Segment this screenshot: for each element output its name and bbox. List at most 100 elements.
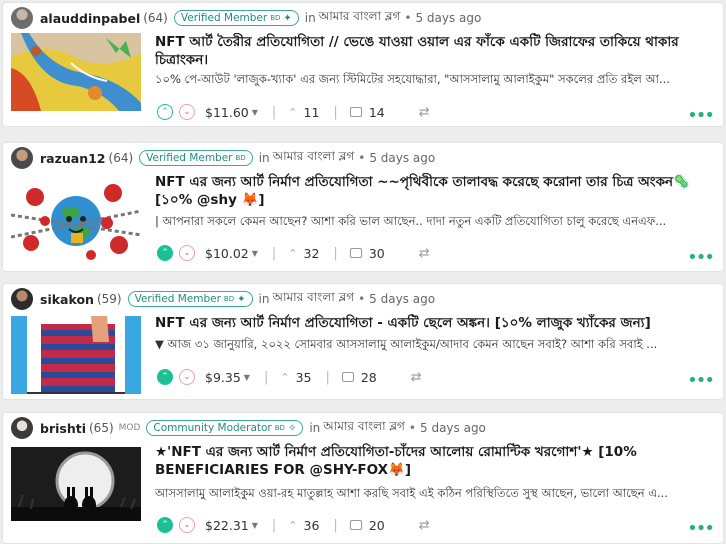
community-link[interactable]: আমার বাংলা ব্লগ — [273, 148, 355, 168]
in-label: in — [258, 151, 270, 165]
badge-sub: BD — [270, 14, 281, 22]
post-feed: alauddinpabel (64) Verified Member BD ✦ in… — [0, 0, 726, 544]
author-avatar[interactable] — [11, 147, 33, 169]
in-label: in — [304, 11, 316, 25]
divider: | — [271, 104, 277, 120]
comments-icon[interactable] — [349, 107, 362, 117]
member-badge[interactable]: Verified Member BD ✦ — [127, 291, 253, 307]
post-snippet[interactable]: | আপনারা সকলে কেমন আছেন? আশা করি ভাল আছে… — [155, 213, 711, 232]
divider: | — [271, 245, 277, 261]
votes-count[interactable]: 32 — [304, 246, 320, 261]
payout-dropdown-icon[interactable]: ▼ — [244, 373, 250, 382]
post-thumbnail[interactable] — [11, 447, 141, 521]
payout-dropdown-icon[interactable]: ▼ — [252, 521, 258, 530]
community-link[interactable]: আমার বাংলা ব্লগ — [319, 8, 401, 28]
post-snippet[interactable]: ১০% পে-আউট 'লাজুক-খ্যাক' এর জন্য স্টিমিট… — [155, 71, 711, 90]
comments-count[interactable]: 20 — [369, 518, 385, 533]
post-card: brishti (65) MOD Community Moderator BD ✧ … — [2, 412, 724, 544]
moderator-badge[interactable]: Community Moderator BD ✧ — [146, 420, 304, 436]
author-avatar[interactable] — [11, 7, 33, 29]
separator-dot: • — [404, 11, 412, 25]
downvote-button[interactable]: ⌄ — [179, 517, 195, 533]
maple-leaf-icon: ✦ — [283, 12, 292, 24]
author-avatar[interactable] — [11, 288, 33, 310]
downvote-button[interactable]: ⌄ — [179, 245, 195, 261]
more-options-icon[interactable]: ••• — [687, 249, 715, 267]
badge-sub: BD — [274, 424, 285, 432]
votes-chevron-icon[interactable]: ⌃ — [288, 519, 297, 532]
post-title[interactable]: NFT আর্ট তৈরীর প্রতিযোগিতা // ভেঙে যাওয়… — [155, 33, 711, 69]
author-name[interactable]: alauddinpabel — [40, 11, 140, 26]
votes-chevron-icon[interactable]: ⌃ — [288, 106, 297, 119]
divider: | — [333, 245, 338, 261]
votes-count[interactable]: 36 — [304, 518, 320, 533]
payout-value[interactable]: $9.35 — [205, 370, 241, 385]
author-name[interactable]: brishti — [40, 421, 86, 436]
community-link[interactable]: আমার বাংলা ব্লগ — [272, 289, 354, 309]
post-title[interactable]: ★'NFT এর জন্য আর্ট নির্মাণ প্রতিযোগিতা-চ… — [155, 443, 711, 479]
post-title[interactable]: NFT এর জন্য আর্ট নির্মাণ প্রতিযোগিতা - এ… — [155, 314, 711, 332]
post-time[interactable]: 5 days ago — [415, 11, 481, 25]
payout-dropdown-icon[interactable]: ▼ — [252, 108, 258, 117]
comments-icon[interactable] — [349, 248, 362, 258]
member-badge[interactable]: Verified Member BD ✦ — [173, 10, 299, 26]
post-time[interactable]: 5 days ago — [369, 151, 435, 165]
comments-icon[interactable] — [349, 520, 362, 530]
upvote-button[interactable]: ⌃ — [157, 245, 173, 261]
post-header: brishti (65) MOD Community Moderator BD ✧ … — [11, 417, 486, 439]
upvote-button[interactable]: ⌃ — [157, 517, 173, 533]
downvote-button[interactable]: ⌄ — [179, 104, 195, 120]
payout-value[interactable]: $22.31 — [205, 518, 249, 533]
badge-label: Verified Member — [180, 12, 268, 24]
post-thumbnail[interactable] — [11, 316, 141, 394]
post-header: razuan12 (64) Verified Member BD in আমার … — [11, 147, 435, 169]
post-actions: ⌃ ⌄ $11.60 ▼ | ⌃ 11 | 14 ⇄ — [157, 104, 430, 120]
votes-count[interactable]: 11 — [304, 105, 320, 120]
sparkle-icon: ✧ — [287, 422, 297, 434]
author-reputation: (64) — [108, 151, 134, 165]
comments-icon[interactable] — [341, 372, 354, 382]
in-label: in — [309, 421, 321, 435]
author-avatar[interactable] — [11, 417, 33, 439]
divider: | — [263, 369, 269, 385]
reblog-icon[interactable]: ⇄ — [419, 246, 430, 261]
upvote-button[interactable]: ⌃ — [157, 104, 173, 120]
votes-chevron-icon[interactable]: ⌃ — [280, 371, 289, 384]
badge-label: Community Moderator — [153, 422, 272, 434]
post-snippet[interactable]: ▼ আজ ৩১ জানুয়ারি, ২০২২ সোমবার আসসালামু … — [155, 336, 711, 355]
author-name[interactable]: razuan12 — [40, 151, 106, 166]
votes-count[interactable]: 35 — [296, 370, 312, 385]
badge-label: Verified Member — [146, 152, 233, 164]
post-time[interactable]: 5 days ago — [420, 421, 486, 435]
more-options-icon[interactable]: ••• — [687, 372, 715, 390]
in-label: in — [258, 292, 270, 306]
payout-value[interactable]: $10.02 — [205, 246, 249, 261]
reblog-icon[interactable]: ⇄ — [419, 518, 430, 533]
author-name[interactable]: sikakon — [40, 292, 94, 307]
maple-leaf-icon: ✦ — [237, 293, 246, 305]
community-link[interactable]: আমার বাংলা ব্লগ — [323, 418, 405, 438]
upvote-button[interactable]: ⌃ — [157, 369, 173, 385]
reblog-icon[interactable]: ⇄ — [419, 105, 430, 120]
author-reputation: (59) — [96, 292, 122, 306]
badge-sub: BD — [223, 295, 235, 303]
payout-value[interactable]: $11.60 — [205, 105, 249, 120]
reblog-icon[interactable]: ⇄ — [411, 370, 422, 385]
post-snippet[interactable]: আসসালামু আলাইকুম ওয়া-রহ মাতুল্লাহ আশা ক… — [155, 485, 711, 504]
post-thumbnail[interactable] — [11, 175, 141, 263]
comments-count[interactable]: 14 — [369, 105, 385, 120]
post-card: alauddinpabel (64) Verified Member BD ✦ in… — [2, 2, 724, 127]
post-time[interactable]: 5 days ago — [369, 292, 435, 306]
more-options-icon[interactable]: ••• — [687, 520, 715, 538]
member-badge[interactable]: Verified Member BD — [139, 150, 253, 166]
votes-chevron-icon[interactable]: ⌃ — [288, 247, 297, 260]
downvote-button[interactable]: ⌄ — [179, 369, 195, 385]
separator-dot: • — [358, 151, 366, 165]
comments-count[interactable]: 28 — [361, 370, 377, 385]
payout-dropdown-icon[interactable]: ▼ — [252, 249, 258, 258]
post-thumbnail[interactable] — [11, 33, 141, 111]
more-options-icon[interactable]: ••• — [687, 107, 715, 125]
comments-count[interactable]: 30 — [369, 246, 385, 261]
post-title[interactable]: NFT এর জন্য আর্ট নির্মাণ প্রতিযোগিতা ~~প… — [155, 173, 711, 209]
post-header: alauddinpabel (64) Verified Member BD ✦ in… — [11, 7, 481, 29]
